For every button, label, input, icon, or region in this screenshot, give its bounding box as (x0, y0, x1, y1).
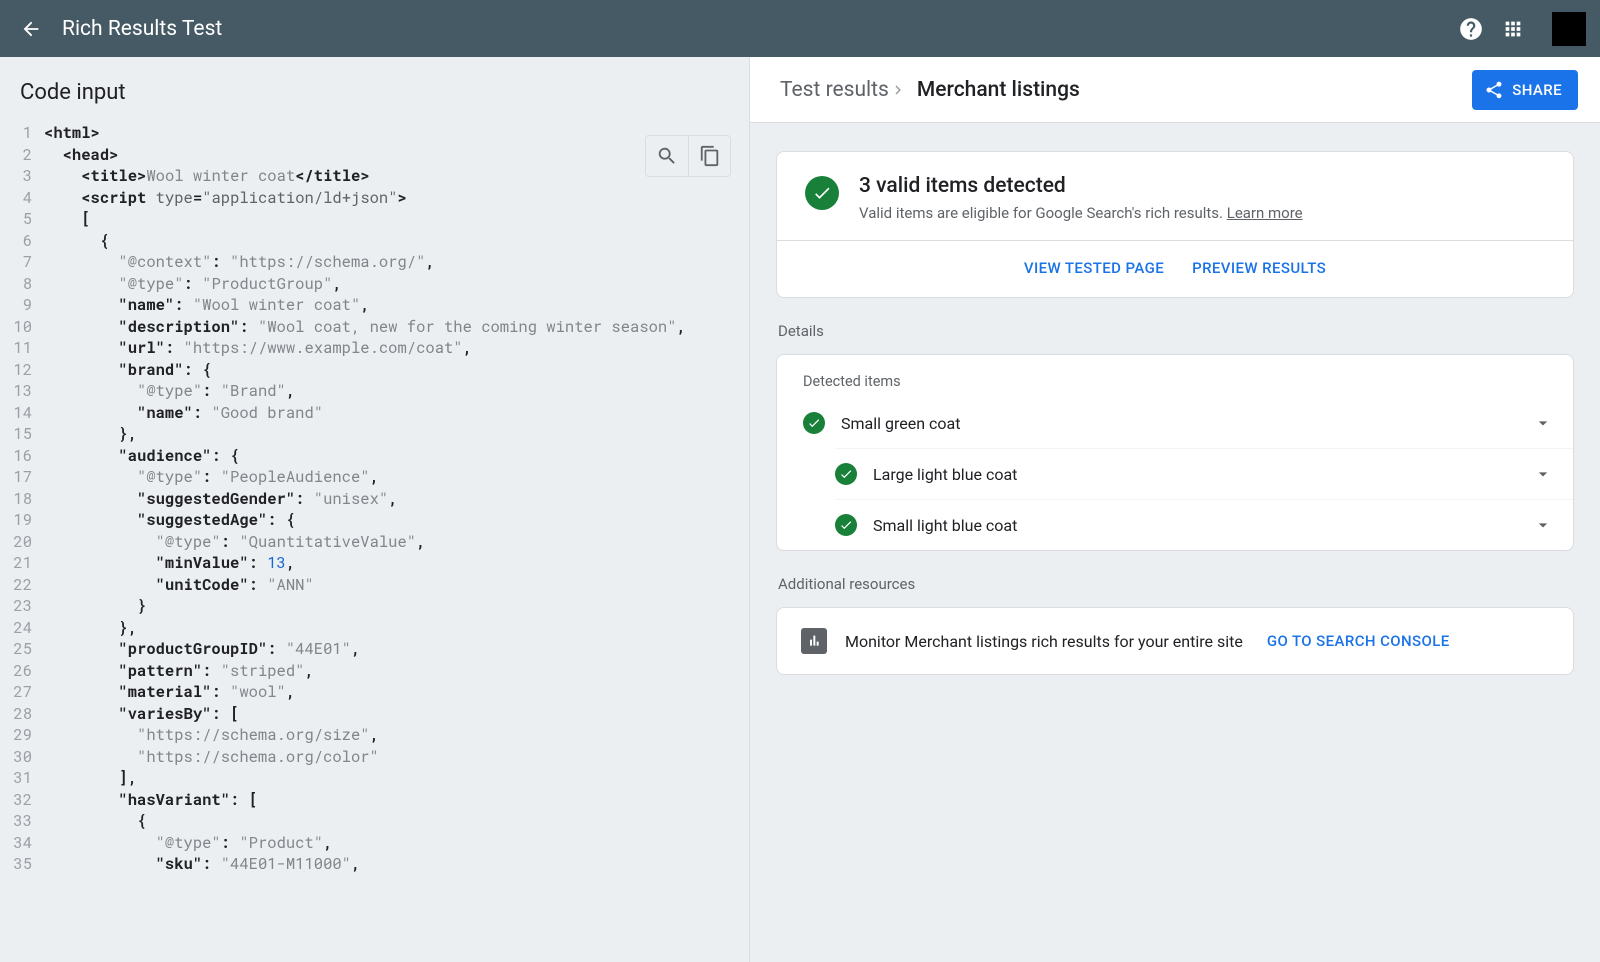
apps-icon (1502, 18, 1524, 40)
code-input-title: Code input (0, 57, 749, 123)
account-avatar[interactable] (1552, 12, 1586, 46)
detected-item-label: Small light blue coat (873, 516, 1533, 535)
detected-item-label: Large light blue coat (873, 465, 1533, 484)
chevron-down-icon (1533, 413, 1553, 433)
breadcrumb-root[interactable]: Test results (780, 78, 889, 102)
check-icon (835, 463, 857, 485)
breadcrumb-leaf: Merchant listings (917, 78, 1080, 102)
summary-card: 3 valid items detected Valid items are e… (776, 151, 1574, 298)
preview-results-button[interactable]: PREVIEW RESULTS (1192, 259, 1326, 277)
appbar: Rich Results Test (0, 0, 1600, 57)
detected-item-row[interactable]: Small light blue coat (835, 499, 1573, 550)
code-search-button[interactable] (646, 136, 688, 176)
search-icon (656, 145, 678, 167)
assessment-icon (801, 628, 827, 654)
resource-message: Monitor Merchant listings rich results f… (845, 632, 1243, 651)
back-button[interactable] (18, 16, 44, 42)
check-icon (803, 412, 825, 434)
help-button[interactable] (1450, 8, 1492, 50)
share-button-label: SHARE (1512, 81, 1562, 99)
code-copy-button[interactable] (688, 136, 730, 176)
share-icon (1484, 80, 1504, 100)
breadcrumb: Test results Merchant listings (780, 78, 1080, 102)
results-panel: Test results Merchant listings SHARE (750, 57, 1600, 962)
check-icon (835, 514, 857, 536)
copy-icon (699, 145, 721, 167)
code-input-panel: Code input 12345678910111213141516171819… (0, 57, 750, 962)
summary-actions: VIEW TESTED PAGE PREVIEW RESULTS (777, 240, 1573, 297)
go-to-search-console-link[interactable]: GO TO SEARCH CONSOLE (1267, 632, 1450, 650)
code-source: <html> <head> <title>Wool winter coat</t… (44, 123, 749, 962)
share-button[interactable]: SHARE (1472, 70, 1578, 110)
help-icon (1458, 16, 1484, 42)
code-editor[interactable]: 1234567891011121314151617181920212223242… (0, 123, 749, 962)
view-tested-page-button[interactable]: VIEW TESTED PAGE (1024, 259, 1164, 277)
detected-items-card: Detected items Small green coat Large lig… (776, 354, 1574, 551)
learn-more-link[interactable]: Learn more (1227, 204, 1303, 222)
detected-item-label: Small green coat (841, 414, 1533, 433)
resource-card: Monitor Merchant listings rich results f… (776, 607, 1574, 675)
app-title: Rich Results Test (62, 17, 222, 41)
status-check-icon (805, 176, 839, 210)
chevron-right-icon (889, 81, 917, 99)
code-gutter: 1234567891011121314151617181920212223242… (0, 123, 44, 962)
summary-title: 3 valid items detected (859, 174, 1303, 198)
detected-item-row[interactable]: Large light blue coat (835, 448, 1573, 499)
detected-items-title: Detected items (777, 355, 1573, 398)
apps-button[interactable] (1492, 8, 1534, 50)
results-header: Test results Merchant listings SHARE (750, 57, 1600, 123)
arrow-back-icon (20, 18, 42, 40)
chevron-down-icon (1533, 515, 1553, 535)
summary-subtitle: Valid items are eligible for Google Sear… (859, 204, 1303, 222)
details-section-title: Details (778, 322, 1572, 340)
code-toolbar (645, 135, 731, 177)
chevron-down-icon (1533, 464, 1553, 484)
detected-item-row[interactable]: Small green coat (777, 398, 1573, 448)
resources-section-title: Additional resources (778, 575, 1572, 593)
